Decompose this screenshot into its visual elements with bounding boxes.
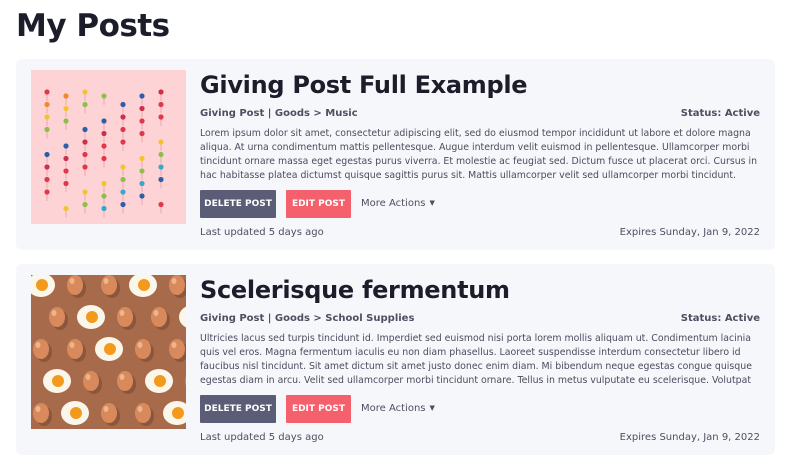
status-badge: Status: Active	[680, 108, 760, 119]
post-description: Ultricies lacus sed turpis tincidunt id.…	[200, 333, 752, 386]
delete-post-button[interactable]: DELETE POST	[200, 395, 276, 423]
edit-post-button[interactable]: EDIT POST	[286, 190, 351, 218]
push-pins-on-pink-image[interactable]	[31, 70, 186, 224]
post-card: Giving Post Full Example Giving Post | G…	[16, 59, 775, 250]
post-content: Scelerisque fermentum Giving Post | Good…	[200, 264, 760, 455]
caret-down-icon: ▼	[429, 404, 435, 412]
more-actions-label: More Actions	[361, 403, 426, 414]
last-updated-text: Last updated 5 days ago	[200, 432, 324, 443]
more-actions-label: More Actions	[361, 198, 426, 209]
post-title[interactable]: Scelerisque fermentum	[200, 276, 510, 304]
post-content: Giving Post Full Example Giving Post | G…	[200, 59, 760, 250]
last-updated-text: Last updated 5 days ago	[200, 227, 324, 238]
post-card: Scelerisque fermentum Giving Post | Good…	[16, 264, 775, 455]
page-title: My Posts	[16, 8, 170, 44]
post-title[interactable]: Giving Post Full Example	[200, 71, 528, 99]
delete-post-button[interactable]: DELETE POST	[200, 190, 276, 218]
edit-post-button[interactable]: EDIT POST	[286, 395, 351, 423]
post-category: Giving Post | Goods > Music	[200, 108, 358, 119]
status-badge: Status: Active	[680, 313, 760, 324]
caret-down-icon: ▼	[429, 199, 435, 207]
post-category: Giving Post | Goods > School Supplies	[200, 313, 415, 324]
post-description: Lorem ipsum dolor sit amet, consectetur …	[200, 128, 758, 181]
eggs-and-fried-eggs-image[interactable]	[31, 275, 186, 429]
more-actions-dropdown[interactable]: More Actions ▼	[361, 198, 435, 209]
expires-text: Expires Sunday, Jan 9, 2022	[619, 432, 760, 443]
more-actions-dropdown[interactable]: More Actions ▼	[361, 403, 435, 414]
expires-text: Expires Sunday, Jan 9, 2022	[619, 227, 760, 238]
